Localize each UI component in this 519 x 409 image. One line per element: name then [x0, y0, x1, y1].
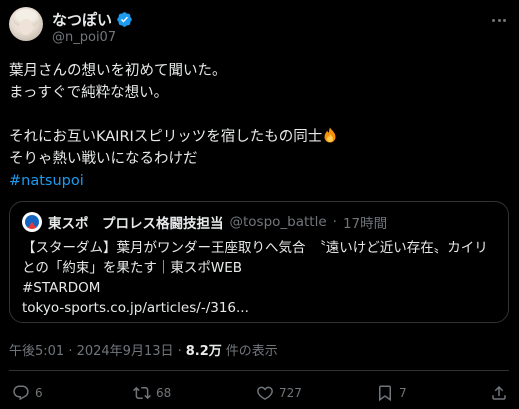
post-timestamp: 午後5:01 · 2024年9月13日 · 8.2万 件の表示	[9, 340, 278, 359]
action-bar: 6 68 727 7	[0, 378, 519, 408]
post-text-blank-line	[9, 104, 509, 126]
repost-count: 68	[156, 386, 172, 400]
quoted-separator: ·	[332, 214, 337, 230]
avatar[interactable]	[9, 7, 43, 41]
hashtag-link[interactable]: #natsupoi	[9, 173, 84, 189]
post-text: 葉月さんの想いを初めて聞いた。 まっすぐで純粋な想い。 それにお互いKAIRIス…	[9, 60, 509, 192]
post-text-line: 葉月さんの想いを初めて聞いた。	[9, 63, 227, 79]
bookmark-button[interactable]: 7	[376, 384, 407, 402]
view-count: 8.2万	[185, 344, 222, 359]
quoted-time: 17時間	[342, 216, 388, 232]
quoted-post-card[interactable]: 東スポ プロレス格闘技担当 @tospo_battle · 17時間 【スターダ…	[9, 201, 509, 323]
reply-button[interactable]: 6	[12, 384, 43, 402]
display-name[interactable]: なつぽい	[52, 9, 112, 30]
reply-icon	[13, 385, 29, 401]
divider	[9, 370, 509, 371]
share-button[interactable]	[490, 384, 508, 402]
like-count: 727	[279, 386, 302, 400]
post-text-line: それにお互いKAIRIスピリッツを宿したもの同士	[9, 129, 323, 145]
like-button[interactable]: 727	[256, 384, 302, 402]
post-text-line: まっすぐで純粋な想い。	[9, 85, 169, 101]
post-header: なつぽい @n_poi07	[0, 0, 519, 52]
quoted-avatar	[22, 212, 42, 232]
repost-icon	[133, 386, 151, 400]
like-icon	[257, 386, 273, 400]
quoted-text-line: との「約束」を果たす｜東スポWEB	[22, 260, 243, 276]
fire-emoji-icon	[324, 127, 336, 143]
post-text-line-with-emoji: それにお互いKAIRIスピリッツを宿したもの同士	[9, 126, 509, 148]
more-icon[interactable]	[487, 10, 511, 30]
post-text-line: そりゃ熱い戦いになるわけだ	[9, 151, 198, 167]
quoted-link: tokyo-sports.co.jp/articles/-/316...	[22, 300, 249, 316]
view-count-label: 件の表示	[225, 344, 278, 359]
quoted-hashtag: #STARDOM	[22, 280, 101, 296]
repost-button[interactable]: 68	[133, 384, 171, 402]
verified-badge-icon	[117, 11, 132, 27]
bookmark-icon	[379, 385, 391, 402]
author-name-row: なつぽい	[52, 9, 133, 29]
bookmark-count: 7	[399, 386, 407, 400]
quoted-post-body: 【スターダム】葉月がワンダー王座取りへ気合 〝遠いけど近い存在〟カイリ との「約…	[22, 238, 500, 318]
post-time[interactable]: 午後5:01 · 2024年9月13日 ·	[9, 340, 182, 359]
quoted-post-header: 東スポ プロレス格闘技担当 @tospo_battle · 17時間	[22, 211, 387, 233]
reply-count: 6	[35, 386, 43, 400]
quoted-display-name: 東スポ プロレス格闘技担当	[48, 216, 224, 232]
quoted-text-line: 【スターダム】葉月がワンダー王座取りへ気合 〝遠いけど近い存在〟カイリ	[22, 240, 488, 256]
share-icon	[492, 385, 506, 400]
author-handle[interactable]: @n_poi07	[52, 30, 116, 45]
quoted-handle: @tospo_battle	[229, 214, 327, 230]
